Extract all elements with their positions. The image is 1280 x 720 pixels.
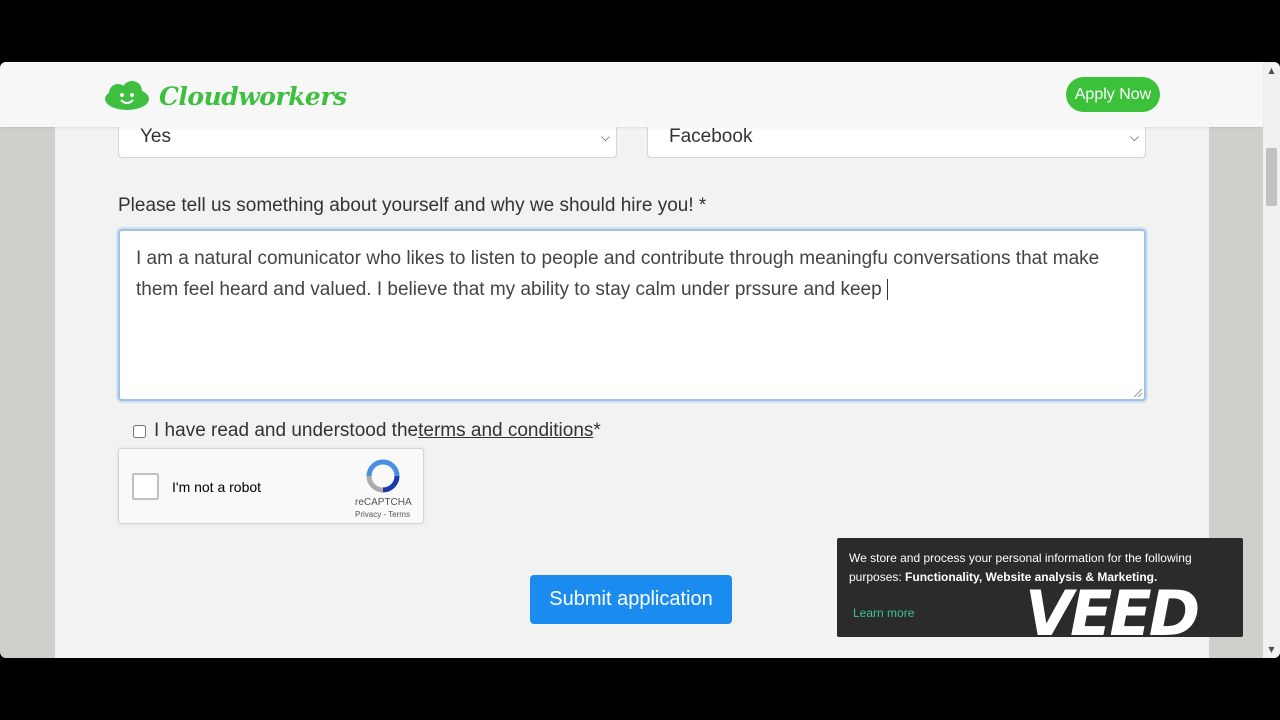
terms-row: I have read and understood the terms and…: [133, 420, 601, 442]
browser-viewport: Cloudworkers Apply Now Yes ⌵ Facebook ⌵ …: [0, 62, 1280, 658]
terms-checkbox[interactable]: [133, 424, 146, 438]
recaptcha-links[interactable]: Privacy - Terms: [355, 510, 410, 519]
terms-link[interactable]: terms and conditions: [418, 420, 593, 442]
recaptcha-widget: I'm not a robot reCAPTCHA Privacy - Term…: [118, 448, 424, 524]
recaptcha-brand: reCAPTCHA: [355, 497, 412, 508]
brand-logo[interactable]: Cloudworkers: [103, 80, 347, 112]
select-1-value: Yes: [140, 126, 171, 147]
about-yourself-textarea[interactable]: I am a natural comunicator who likes to …: [118, 229, 1146, 401]
terms-prefix: I have read and understood the: [154, 420, 419, 441]
terms-required: *: [593, 420, 601, 441]
select-2-value: Facebook: [669, 126, 753, 147]
veed-watermark: VEED: [1025, 577, 1200, 650]
about-yourself-label: Please tell us something about yourself …: [118, 195, 707, 216]
recaptcha-logo-icon: [366, 459, 400, 493]
vertical-scrollbar[interactable]: ▲ ▼: [1263, 62, 1280, 658]
recaptcha-checkbox[interactable]: [132, 473, 159, 500]
scroll-thumb[interactable]: [1266, 148, 1277, 206]
recaptcha-label: I'm not a robot: [172, 479, 262, 495]
textarea-value: I am a natural comunicator who likes to …: [136, 248, 1105, 300]
brand-name: Cloudworkers: [159, 81, 347, 111]
cloud-smile-icon: [105, 81, 149, 110]
top-navbar: Cloudworkers Apply Now: [0, 62, 1263, 127]
resize-handle[interactable]: [1134, 389, 1142, 397]
learn-more-link[interactable]: Learn more: [853, 604, 914, 623]
submit-application-button[interactable]: Submit application: [530, 575, 732, 624]
scroll-up-icon[interactable]: ▲: [1263, 62, 1280, 79]
scroll-down-icon[interactable]: ▼: [1263, 641, 1280, 658]
apply-now-button[interactable]: Apply Now: [1066, 77, 1160, 112]
text-cursor: ​: [886, 279, 888, 300]
